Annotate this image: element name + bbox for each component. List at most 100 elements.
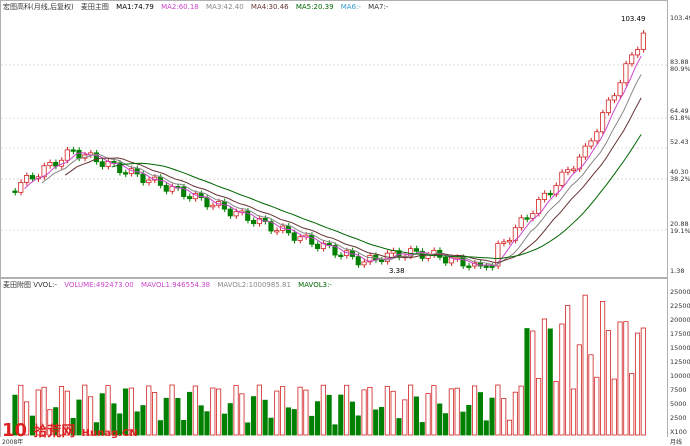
volume-bar <box>501 398 507 436</box>
volume-bar <box>524 328 530 436</box>
candle-body <box>623 63 629 84</box>
volume-bar <box>262 399 268 436</box>
volume-bar <box>320 384 326 436</box>
candle-body <box>466 265 472 268</box>
candle-body <box>489 265 495 268</box>
price-tick: 19.1% <box>670 227 690 235</box>
candle-body <box>163 185 169 192</box>
volume-chart-pane[interactable]: 麦田附图 VVOL:- VOLUME:492473.00 MAVOL1:9465… <box>0 278 668 438</box>
candle-body <box>460 256 466 267</box>
volume-bar <box>402 399 408 436</box>
volume-bar <box>576 344 582 436</box>
candle-body <box>559 171 565 186</box>
candle-body <box>70 149 76 152</box>
candle-body <box>47 162 53 167</box>
volume-bar <box>634 332 641 436</box>
candle-body <box>210 204 216 208</box>
volume-bar <box>512 391 518 436</box>
volume-bar <box>605 330 611 436</box>
volume-bar <box>140 405 146 436</box>
watermark-site: 拾荒网 <box>33 424 76 440</box>
volume-tick: 10000 <box>670 372 690 380</box>
candle-body <box>309 234 315 245</box>
volume-bar <box>431 385 437 436</box>
watermark-url: Hunag.CN <box>81 428 138 439</box>
price-tick: 103.49 <box>670 14 690 22</box>
candle-body <box>122 172 129 175</box>
volume-bar <box>570 388 577 436</box>
volume-bar <box>384 386 390 436</box>
candle-body <box>12 190 18 193</box>
volume-bar <box>594 376 600 436</box>
candle-body <box>227 208 233 217</box>
volume-bar <box>588 354 594 436</box>
candle-body <box>18 182 24 193</box>
candle-body <box>233 211 239 217</box>
price-chart-pane[interactable]: 宏图高科(月线,后复权) 麦田主图 MA1:74.79 MA2:60.18 MA… <box>0 0 668 278</box>
volume-bar <box>280 386 286 436</box>
volume-bar <box>448 388 454 436</box>
candle-body <box>250 220 257 225</box>
candle-body <box>617 82 623 97</box>
candle-body <box>541 192 547 200</box>
candle-body <box>314 243 321 249</box>
price-tick: 52.43 <box>670 138 689 146</box>
volume-bar <box>582 294 588 436</box>
volume-tick: 12500 <box>670 358 690 366</box>
candle-body <box>501 241 507 244</box>
volume-bar <box>419 422 425 436</box>
volume-bar <box>349 401 355 436</box>
candle-body <box>186 196 193 200</box>
candle-body <box>530 213 536 219</box>
volume-bar <box>186 391 193 436</box>
volume-bar <box>204 411 210 436</box>
volume-bar <box>221 413 227 436</box>
volume-bar <box>314 401 321 436</box>
volume-bar <box>413 396 419 436</box>
volume-bars <box>12 294 646 436</box>
low-annotation: 3.38 <box>389 267 405 275</box>
volume-bar <box>285 407 291 436</box>
volume-bar <box>565 305 571 436</box>
volume-bar <box>326 394 332 436</box>
candle-body <box>338 254 344 257</box>
candle-body <box>24 175 30 183</box>
volume-bar <box>250 396 257 436</box>
volume-bar <box>466 404 472 436</box>
candle-body <box>483 265 489 268</box>
moving-average-line <box>24 55 642 267</box>
volume-bar <box>495 384 501 436</box>
candle-body <box>29 175 35 180</box>
candle-body <box>245 210 251 221</box>
candle-body <box>565 169 571 173</box>
volume-bar <box>216 388 222 436</box>
volume-bar <box>489 397 495 436</box>
volume-bar <box>338 394 344 436</box>
volume-bar <box>309 415 315 436</box>
volume-bar <box>396 418 402 436</box>
candle-body <box>588 140 594 147</box>
candle-body <box>169 186 175 192</box>
candle-body <box>378 259 385 263</box>
time-axis-end: 月线 <box>670 439 683 446</box>
volume-bar <box>181 420 187 436</box>
volume-bar <box>390 390 396 436</box>
volume-bar <box>198 405 204 436</box>
volume-bar <box>268 417 274 436</box>
candle-body <box>582 145 588 158</box>
volume-bar <box>361 389 367 436</box>
volume-bar <box>152 392 158 436</box>
candle-body <box>506 239 513 243</box>
volume-bar <box>425 393 431 436</box>
volume-bar <box>553 380 559 436</box>
volume-bar <box>227 403 233 436</box>
volume-tick: 7500 <box>670 386 687 394</box>
volume-bar <box>355 415 361 436</box>
volume-bar <box>274 390 280 436</box>
volume-tick: 17500 <box>670 330 690 338</box>
volume-bar <box>332 424 338 436</box>
candle-body <box>605 99 611 114</box>
candle-body <box>198 193 204 199</box>
volume-bar <box>233 385 239 436</box>
volume-bar <box>541 318 547 436</box>
